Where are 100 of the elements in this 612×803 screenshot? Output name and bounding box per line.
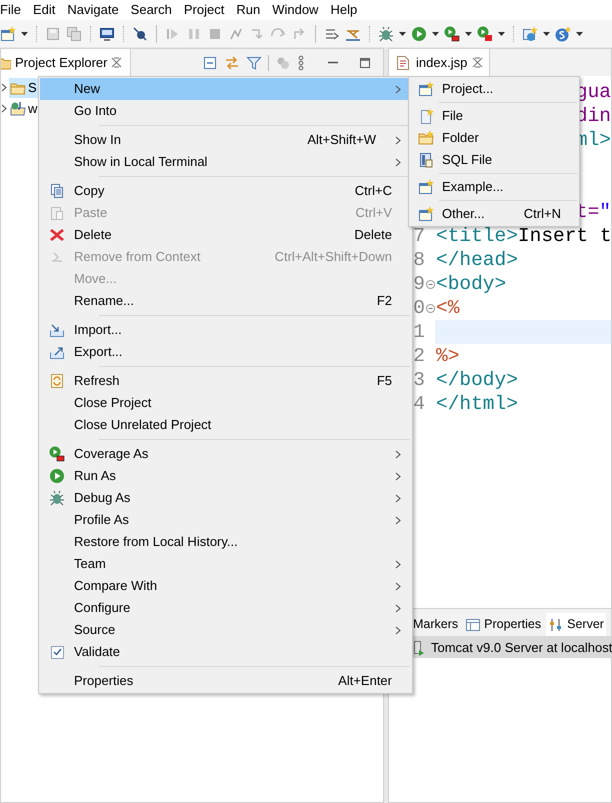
code-line: </html> (436, 392, 518, 416)
chevron-right-icon (395, 626, 401, 634)
code-line: </body> (436, 368, 518, 392)
chevron-right-icon (395, 472, 401, 480)
menu-bar-item[interactable]: File (0, 0, 21, 20)
menu-item[interactable]: Properties Alt+Enter (40, 670, 411, 692)
run-external-icon[interactable] (477, 26, 493, 42)
caret-down-icon[interactable] (498, 32, 505, 36)
menu-bar-item[interactable]: Edit (32, 0, 56, 20)
collapse-all-icon[interactable] (202, 54, 218, 70)
run-icon (411, 26, 427, 42)
table-icon (465, 616, 482, 632)
shortcut-label: Alt+Enter (338, 672, 392, 690)
fold-icon[interactable] (426, 280, 434, 288)
menu-item[interactable]: Rename... F2 (40, 290, 411, 312)
shortcut-label: Alt+Shift+W (307, 131, 376, 150)
caret-down-icon[interactable] (576, 32, 583, 36)
refresh-icon (49, 373, 65, 389)
panel-tab[interactable]: Properties (463, 613, 544, 636)
menu-item[interactable]: Refresh F5 (40, 370, 411, 392)
menu-item[interactable]: Show in Local Terminal (40, 151, 411, 173)
menu-item[interactable]: Export... (40, 341, 411, 363)
menu-item[interactable]: Example... (409, 176, 579, 198)
shortcut-label: F5 (376, 372, 392, 390)
menu-item[interactable]: Debug As (40, 487, 411, 509)
editor-tab[interactable]: index.jsp (389, 49, 490, 76)
caret-down-icon[interactable] (543, 32, 550, 36)
copy-icon (49, 183, 65, 199)
menu-item[interactable]: Import... (40, 319, 411, 341)
panel-tab[interactable]: Markers (411, 613, 460, 636)
chevron-right-icon (395, 582, 401, 590)
service-icon[interactable] (555, 26, 571, 42)
panel-tab[interactable]: Project Explorer (1, 49, 132, 76)
filter-icon[interactable] (246, 54, 262, 70)
chevron-right-icon (395, 516, 401, 524)
menu-bar-item[interactable]: Window (272, 0, 318, 20)
delete-icon (49, 227, 65, 243)
menu-item[interactable]: Copy Ctrl+C (40, 180, 411, 202)
menu-item[interactable]: Run As (40, 465, 411, 487)
menu-item[interactable]: New (40, 78, 411, 100)
line-number: 0 (413, 296, 425, 320)
menu-item[interactable]: Team (40, 553, 411, 575)
menu-bar-item[interactable]: Search (130, 0, 172, 20)
menu-item[interactable]: Folder (409, 127, 579, 149)
bug-icon (49, 490, 65, 506)
menu-item[interactable]: SQL File (409, 149, 579, 171)
caret-down-icon[interactable] (399, 32, 406, 36)
caret-down-icon[interactable] (21, 32, 28, 36)
chevron-right-icon (395, 494, 401, 502)
menu-item[interactable]: Coverage As (40, 443, 411, 465)
chevron-right-icon (395, 158, 401, 166)
run-icon (49, 468, 65, 484)
monitor-icon[interactable] (99, 26, 115, 42)
line-number: 9 (413, 272, 425, 296)
menu-item[interactable]: Delete Delete (40, 224, 411, 246)
caret-down-icon[interactable] (432, 32, 439, 36)
view-menu-icon[interactable] (297, 54, 305, 70)
shortcut-label: Delete (354, 226, 392, 244)
menu-item[interactable]: File (409, 105, 579, 127)
menu-item[interactable]: Configure (40, 597, 411, 619)
chevron-right-icon (395, 450, 401, 458)
menu-bar-item[interactable]: Run (236, 0, 260, 20)
panel-tab[interactable]: Server (546, 613, 606, 636)
new-server-icon[interactable] (522, 26, 538, 42)
menu-item[interactable]: Restore from Local History... (40, 531, 411, 553)
chevron-right-icon (395, 136, 401, 144)
checkbox[interactable] (50, 646, 64, 658)
line-number: 3 (413, 368, 425, 392)
close-icon[interactable] (472, 57, 484, 68)
caret-down-icon[interactable] (465, 32, 472, 36)
new-window-icon (418, 206, 434, 222)
code-line: <title>Insert t (436, 224, 611, 248)
code-line: <body> (436, 272, 506, 296)
menu-item[interactable]: Close Project (40, 392, 411, 414)
menu-item[interactable]: Other... Ctrl+N (409, 203, 579, 225)
fold-icon[interactable] (426, 304, 434, 312)
menu-item[interactable]: Show In Alt+Shift+W (40, 129, 411, 151)
menu-bar-item[interactable]: Project (184, 0, 224, 20)
line-number: 1 (413, 320, 425, 344)
menu-item[interactable]: Project... (409, 78, 579, 100)
menu-item[interactable]: Profile As (40, 509, 411, 531)
code-line: </head> (436, 248, 518, 272)
menu-item[interactable]: Compare With (40, 575, 411, 597)
code-line: <% (436, 296, 460, 320)
code-line: %> (436, 344, 460, 368)
shortcut-label: Ctrl+C (354, 182, 392, 200)
line-number: 8 (413, 248, 425, 272)
close-icon[interactable] (111, 57, 122, 68)
line-number: 2 (413, 344, 425, 368)
menu-bar-item[interactable]: Navigate (67, 0, 119, 20)
shortcut-label: Ctrl+N (524, 205, 561, 224)
new-folder-icon (418, 130, 434, 146)
menu-bar-item[interactable]: Help (330, 0, 358, 20)
chevron-right-icon (395, 604, 401, 612)
link-editor-icon[interactable] (224, 54, 240, 70)
menu-item[interactable]: Close Unrelated Project (40, 414, 411, 436)
new-window-icon (0, 26, 16, 42)
shortcut-label: Ctrl+Alt+Shift+Down (274, 248, 392, 266)
document-icon (395, 54, 411, 70)
skip-breakpoints-icon[interactable] (132, 26, 148, 42)
